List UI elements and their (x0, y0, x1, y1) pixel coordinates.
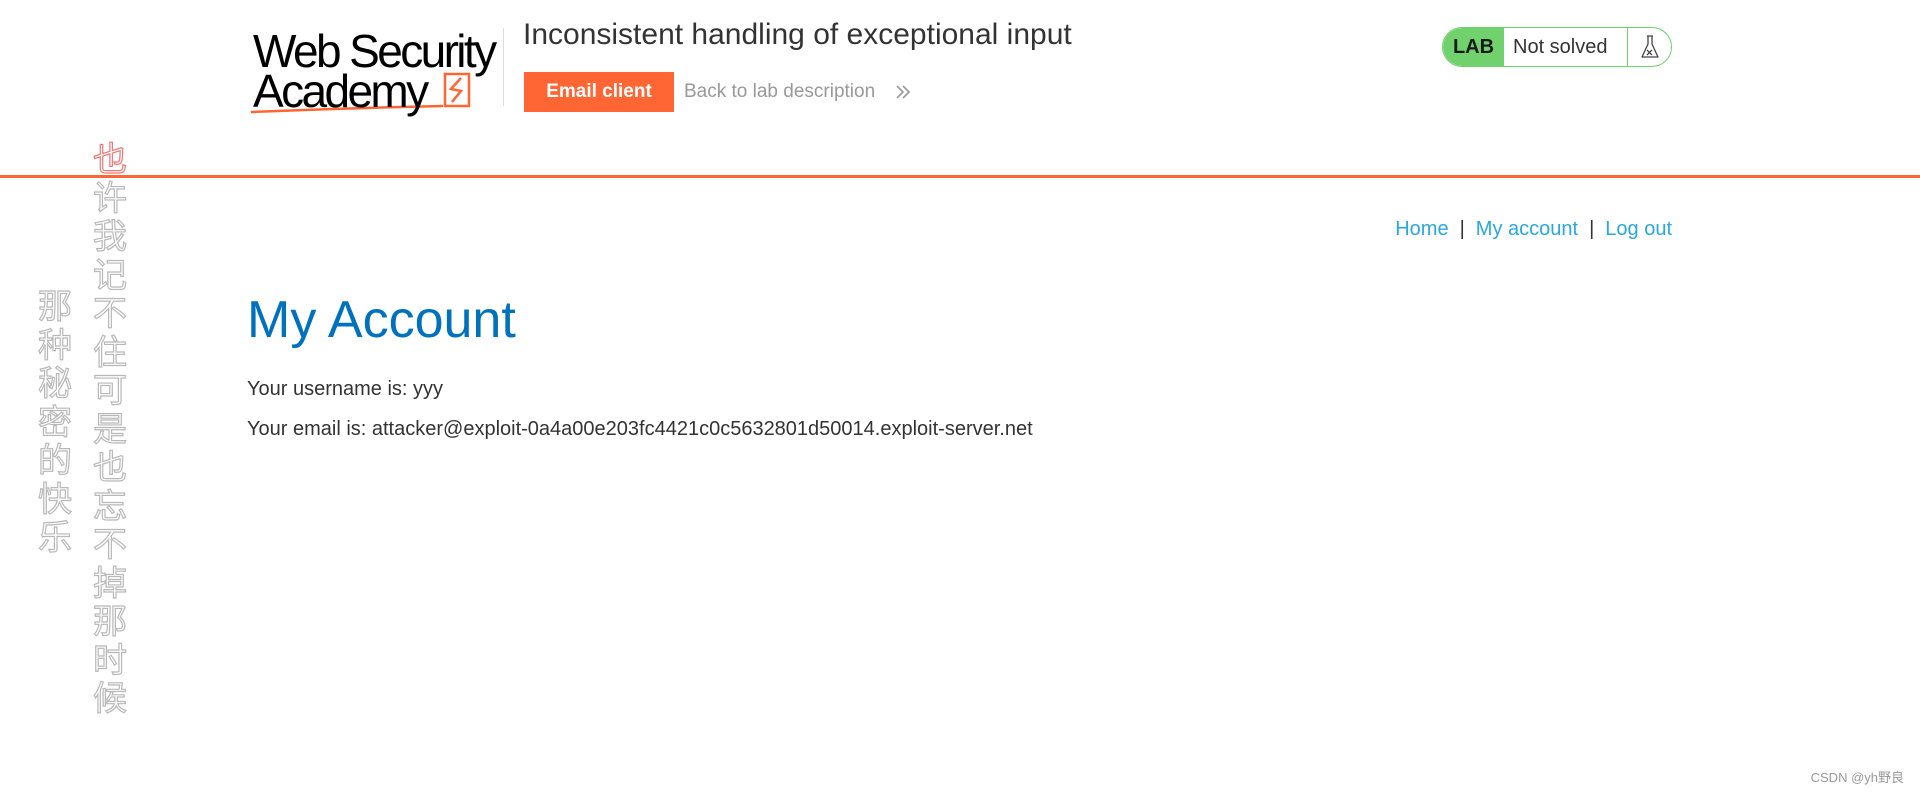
poem-char: 不 (92, 294, 127, 334)
page-title: My Account (247, 291, 516, 349)
poem-char: 候 (92, 679, 127, 719)
poem-char: 是 (92, 409, 127, 450)
poem-char: 不 (92, 525, 127, 565)
lab-title: Inconsistent handling of exceptional inp… (523, 18, 1072, 51)
lab-badge: LAB (1443, 28, 1504, 66)
poem-char: 我 (92, 217, 127, 257)
poem-char: 乐 (37, 518, 72, 558)
back-to-lab-description-link[interactable]: Back to lab description (684, 81, 911, 103)
flask-icon (1641, 35, 1659, 58)
poem-char: 的 (37, 441, 72, 481)
poem-char: 那 (92, 602, 127, 642)
poem-char: 那 (37, 287, 72, 327)
poem-char: 也 (92, 140, 127, 180)
poem-char: 许 (92, 178, 127, 219)
poem-char: 可 (92, 371, 127, 411)
poem-char: 忘 (92, 486, 127, 527)
nav-log-out-link[interactable]: Log out (1605, 218, 1672, 240)
username-info: Your username is: yyy (247, 378, 444, 400)
nav-my-account-link[interactable]: My account (1476, 218, 1578, 240)
nav-separator: | (1459, 218, 1465, 240)
back-link-label: Back to lab description (684, 81, 876, 102)
lab-status-text: Not solved (1513, 36, 1608, 58)
poem-char: 快 (37, 479, 72, 520)
lab-status-widget: LAB Not solved (1442, 27, 1672, 67)
header-divider (503, 28, 504, 106)
page: Web Security Academy Inconsistent handli… (0, 0, 1920, 792)
poem-char: 密 (37, 402, 72, 443)
side-poem-column-1: 那 种 秘 密 的 快 乐 (33, 287, 77, 558)
poem-char: 住 (92, 332, 127, 373)
nav-home-link[interactable]: Home (1395, 218, 1448, 240)
logo-text-line2: Academy (253, 65, 429, 117)
poem-char: 秘 (37, 364, 72, 404)
poem-char: 掉 (92, 563, 127, 604)
lab-flask-box (1627, 28, 1671, 66)
lab-header: Web Security Academy Inconsistent handli… (0, 0, 1920, 178)
csdn-watermark: CSDN @yh野良 (1810, 770, 1904, 785)
poem-char: 记 (92, 255, 127, 296)
email-client-button[interactable]: Email client (524, 72, 674, 112)
side-poem-column-2: 也 许 我 记 不 住 可 是 也 忘 不 掉 那 时 候 (88, 140, 132, 719)
poem-char: 时 (92, 640, 127, 681)
poem-char: 种 (37, 325, 72, 366)
nav-separator: | (1589, 218, 1595, 240)
double-chevron-right-icon (896, 85, 911, 99)
poem-char: 也 (92, 448, 127, 488)
email-info: Your email is: attacker@exploit-0a4a00e2… (247, 418, 1033, 440)
web-security-academy-logo[interactable]: Web Security Academy (247, 26, 503, 120)
top-nav: Home | My account | Log out (1395, 218, 1672, 241)
